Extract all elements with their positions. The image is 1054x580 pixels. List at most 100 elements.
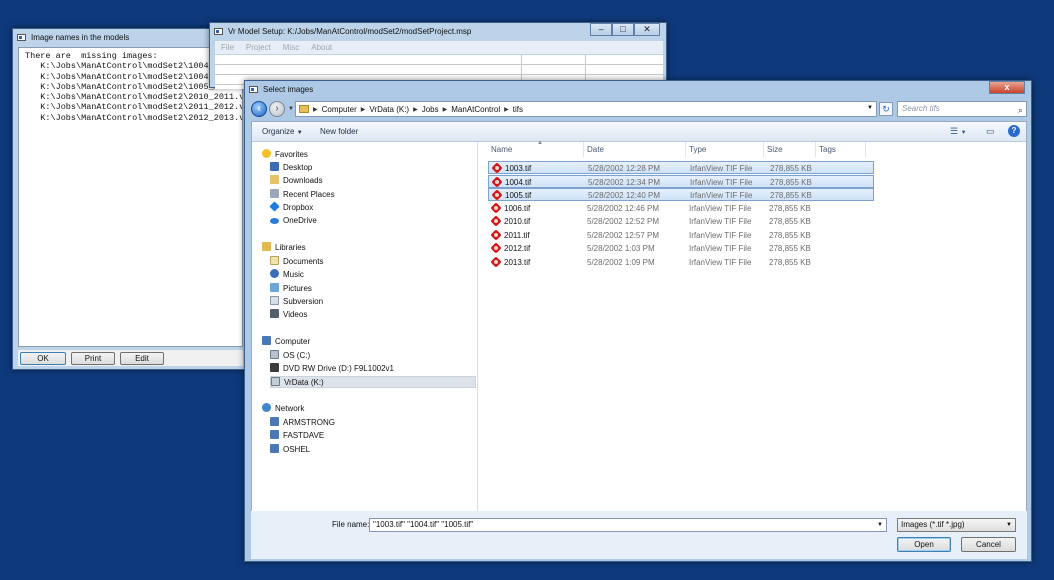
menu-file[interactable]: File (221, 43, 234, 52)
breadcrumb-tifs[interactable]: tifs (513, 105, 523, 114)
view-options-icon[interactable]: ☰ ▼ (950, 126, 967, 137)
dropbox-icon (269, 201, 280, 212)
breadcrumb-vrdata[interactable]: VrData (K:) (369, 105, 409, 114)
nav-downloads-label: Downloads (283, 176, 323, 185)
nav-dvd-drive[interactable]: DVD RW Drive (D:) F9L1002v1 (270, 363, 394, 375)
file-name-cell: 1005.tif (492, 189, 531, 202)
dialog-titlebar[interactable]: Select images (245, 81, 1031, 99)
close-button[interactable]: ✕ (634, 23, 660, 36)
nav-documents[interactable]: Documents (270, 256, 323, 268)
nav-pictures[interactable]: Pictures (270, 283, 312, 295)
file-type-cell: IrfanView TIF File (689, 244, 752, 253)
menu-misc[interactable]: Misc (283, 43, 299, 52)
breadcrumb-chevron-icon[interactable]: ▶ (504, 106, 509, 113)
breadcrumb-chevron-icon[interactable]: ▶ (413, 106, 418, 113)
address-dropdown-icon[interactable]: ▼ (867, 105, 873, 111)
file-date-cell: 5/28/2002 12:46 PM (587, 203, 660, 213)
nav-onedrive-label: OneDrive (283, 216, 317, 225)
dialog-close-button[interactable]: x (989, 81, 1025, 94)
print-button[interactable]: Print (71, 352, 115, 365)
nav-recent-places[interactable]: Recent Places (270, 189, 335, 201)
column-header-size[interactable]: Size (764, 142, 816, 157)
file-type-select[interactable]: Images (*.tif *.jpg) ▼ (897, 518, 1016, 532)
file-name-text: 2013.tif (504, 257, 531, 267)
nav-videos-label: Videos (283, 310, 308, 319)
breadcrumb-jobs[interactable]: Jobs (422, 105, 439, 114)
nav-computer[interactable]: Computer (262, 336, 310, 348)
column-header-name[interactable]: Name (488, 142, 584, 157)
music-icon (270, 269, 279, 278)
irfanview-tif-icon (491, 216, 501, 226)
nav-oshel[interactable]: OSHEL (270, 444, 310, 456)
address-row: ‹ › ▼ ▶ Computer ▶ VrData (K:) ▶ Jobs ▶ … (245, 99, 1031, 121)
select-images-dialog: Select images x ‹ › ▼ ▶ Computer ▶ VrDat… (244, 80, 1032, 562)
file-row[interactable]: 1006.tif 5/28/2002 12:46 PM IrfanView TIF … (488, 202, 874, 215)
command-bar: Organize ▼ New folder ☰ ▼ ▭ ? (252, 122, 1026, 142)
irfanview-tif-icon (491, 230, 501, 240)
cancel-button[interactable]: Cancel (961, 537, 1016, 552)
navigation-pane[interactable]: Favorites Desktop Downloads Recent Place… (252, 142, 478, 551)
missing-line: There are missing images: (25, 51, 158, 61)
breadcrumb-computer[interactable]: Computer (322, 105, 357, 114)
breadcrumb-chevron-icon[interactable]: ▶ (313, 106, 318, 113)
app-window-icon (249, 86, 258, 93)
column-header-type[interactable]: Type (686, 142, 764, 157)
irfanview-tif-icon (492, 163, 502, 173)
nav-dropbox[interactable]: Dropbox (269, 201, 313, 214)
menu-about[interactable]: About (311, 43, 332, 52)
open-button[interactable]: Open (897, 537, 951, 552)
back-arrow-icon[interactable]: ‹ (251, 101, 267, 117)
nav-vrdata-drive[interactable]: VrData (K:) (270, 376, 476, 388)
file-row[interactable]: 2012.tif 5/28/2002 1:03 PM IrfanView TIF F… (488, 242, 874, 255)
refresh-icon[interactable]: ↻ (879, 102, 893, 116)
breadcrumb-manatcontrol[interactable]: ManAtControl (451, 105, 500, 114)
file-row[interactable]: 2010.tif 5/28/2002 12:52 PM IrfanView TIF … (488, 215, 874, 228)
edit-button[interactable]: Edit (120, 352, 164, 365)
chevron-down-icon[interactable]: ▼ (877, 519, 883, 531)
file-row[interactable]: 1003.tif 5/28/2002 12:28 PM IrfanView TIF … (488, 161, 874, 174)
nav-libraries[interactable]: Libraries (262, 242, 306, 254)
nav-vrdata-drive-label: VrData (K:) (284, 378, 324, 387)
missing-images-text-area[interactable]: There are missing images: K:\Jobs\ManAtC… (18, 47, 243, 347)
organize-button[interactable]: Organize ▼ (262, 127, 303, 136)
file-row[interactable]: 1005.tif 5/28/2002 12:40 PM IrfanView TIF … (488, 188, 874, 201)
file-type-cell: IrfanView TIF File (690, 191, 753, 200)
nav-armstrong[interactable]: ARMSTRONG (270, 417, 335, 429)
column-header-date[interactable]: Date (584, 142, 686, 157)
nav-downloads[interactable]: Downloads (270, 175, 323, 187)
search-input[interactable]: Search tifs ⌕ (897, 101, 1027, 117)
nav-desktop[interactable]: Desktop (270, 162, 312, 174)
file-row[interactable]: 2011.tif 5/28/2002 12:57 PM IrfanView TIF … (488, 229, 874, 242)
recent-locations-dropdown-icon[interactable]: ▼ (288, 106, 294, 112)
ok-button[interactable]: OK (20, 352, 66, 365)
breadcrumb-chevron-icon[interactable]: ▶ (443, 106, 448, 113)
file-row[interactable]: 2013.tif 5/28/2002 1:09 PM IrfanView TIF F… (488, 256, 874, 269)
nav-subversion[interactable]: Subversion (270, 296, 323, 308)
file-name-input[interactable]: "1003.tif" "1004.tif" "1005.tif" ▼ (369, 518, 887, 532)
address-bar[interactable]: ▶ Computer ▶ VrData (K:) ▶ Jobs ▶ ManAtC… (295, 101, 877, 117)
preview-pane-icon[interactable]: ▭ (986, 126, 995, 137)
file-name-text: 2011.tif (504, 230, 530, 240)
file-type-value: Images (*.tif *.jpg) (901, 520, 965, 529)
network-computer-icon (270, 430, 279, 439)
search-icon[interactable]: ⌕ (1018, 103, 1023, 117)
column-header-tags[interactable]: Tags (816, 142, 866, 157)
nav-fastdave[interactable]: FASTDAVE (270, 430, 324, 442)
forward-arrow-icon[interactable]: › (269, 101, 285, 117)
dialog-title: Select images (263, 85, 314, 94)
nav-music[interactable]: Music (270, 269, 304, 281)
nav-onedrive[interactable]: OneDrive (270, 215, 317, 227)
nav-os-drive[interactable]: OS (C:) (270, 350, 310, 362)
dialog-caption-buttons: x (989, 81, 1025, 95)
minimize-button[interactable]: – (590, 23, 612, 36)
nav-favorites[interactable]: Favorites (262, 149, 308, 161)
nav-videos[interactable]: Videos (270, 309, 307, 321)
file-row[interactable]: 1004.tif 5/28/2002 12:34 PM IrfanView TIF … (488, 174, 874, 188)
nav-network[interactable]: Network (262, 403, 304, 415)
breadcrumb-chevron-icon[interactable]: ▶ (361, 106, 366, 113)
maximize-button[interactable]: □ (612, 23, 634, 36)
help-icon[interactable]: ? (1008, 125, 1020, 137)
star-icon (262, 149, 271, 158)
new-folder-button[interactable]: New folder (320, 127, 358, 136)
menu-project[interactable]: Project (246, 43, 271, 52)
